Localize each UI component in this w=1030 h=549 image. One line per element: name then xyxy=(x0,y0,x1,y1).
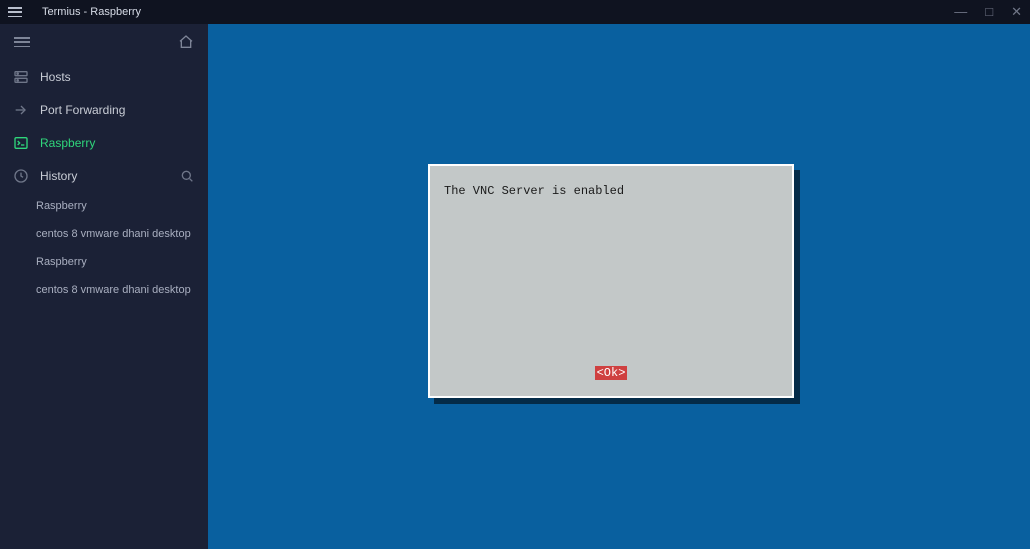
sidebar-item-label: Hosts xyxy=(40,70,71,84)
sidebar-item-label: History xyxy=(40,169,77,183)
history-item[interactable]: centos 8 vmware dhani desktop xyxy=(0,276,208,304)
terminal-pane[interactable]: The VNC Server is enabled <Ok> xyxy=(208,24,1030,549)
sidebar-item-label: Port Forwarding xyxy=(40,103,125,117)
forward-icon xyxy=(12,101,30,119)
window-maximize-button[interactable]: □ xyxy=(985,4,993,20)
app-menu-button[interactable] xyxy=(8,7,22,17)
sidebar-item-label: Raspberry xyxy=(40,136,95,150)
sidebar-item-hosts[interactable]: Hosts xyxy=(0,60,208,93)
sidebar-item-raspberry[interactable]: Raspberry xyxy=(0,126,208,159)
terminal-icon xyxy=(12,134,30,152)
dialog-message: The VNC Server is enabled xyxy=(444,184,778,198)
sidebar-item-port-forwarding[interactable]: Port Forwarding xyxy=(0,93,208,126)
history-item[interactable]: centos 8 vmware dhani desktop xyxy=(0,220,208,248)
history-item[interactable]: Raspberry xyxy=(0,192,208,220)
history-item[interactable]: Raspberry xyxy=(0,248,208,276)
window-close-button[interactable]: ✕ xyxy=(1011,4,1022,20)
history-icon xyxy=(12,167,30,185)
window-title: Termius - Raspberry xyxy=(42,6,141,18)
home-icon[interactable] xyxy=(178,34,194,50)
ok-button[interactable]: <Ok> xyxy=(595,366,628,380)
server-icon xyxy=(12,68,30,86)
search-icon[interactable] xyxy=(178,167,196,185)
sidebar-toggle-button[interactable] xyxy=(14,37,30,47)
sidebar: Hosts Port Forwarding Raspberry History xyxy=(0,24,208,549)
window-minimize-button[interactable]: — xyxy=(954,4,967,20)
titlebar: Termius - Raspberry — □ ✕ xyxy=(0,0,1030,24)
vnc-dialog: The VNC Server is enabled <Ok> xyxy=(428,164,794,398)
sidebar-item-history[interactable]: History xyxy=(0,159,208,192)
